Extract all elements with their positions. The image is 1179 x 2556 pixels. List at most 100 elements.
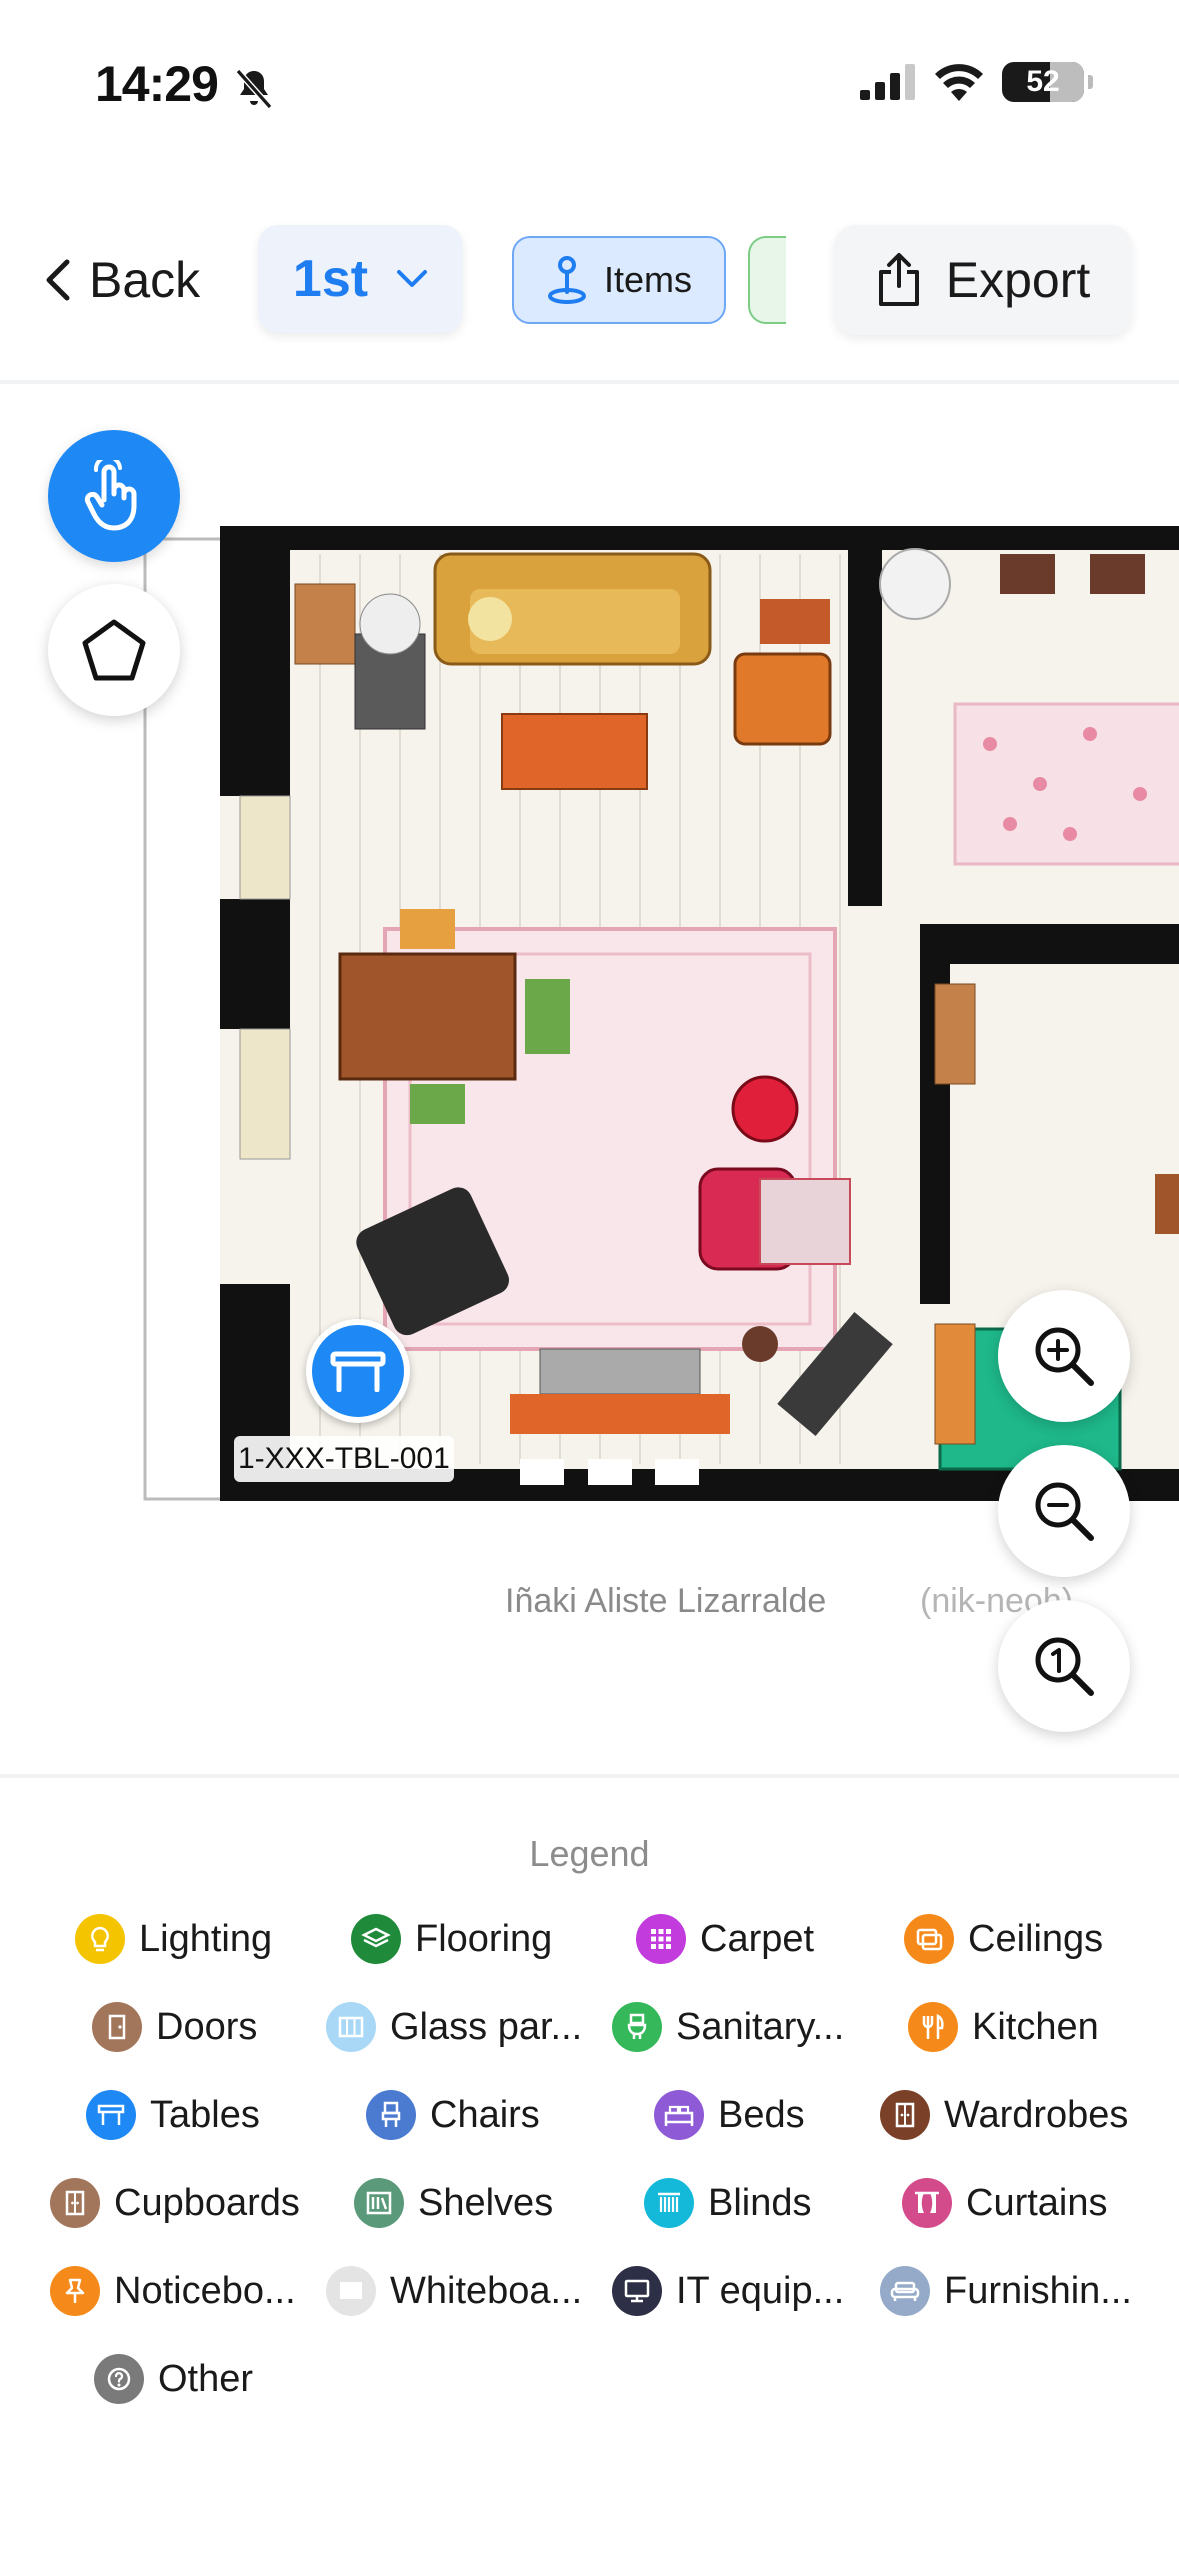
legend-label: Kitchen: [972, 2005, 1099, 2048]
export-label: Export: [945, 252, 1091, 308]
legend-label: Shelves: [418, 2181, 554, 2224]
items-label: Items: [603, 259, 692, 300]
legend-item-curtains[interactable]: Curtains: [902, 2178, 1108, 2228]
legend-item-doors[interactable]: Doors: [92, 2002, 257, 2052]
export-button[interactable]: Export: [834, 225, 1132, 335]
lightbulb-icon: [75, 1914, 125, 1964]
monitor-icon: [612, 2266, 662, 2316]
legend-item-chairs[interactable]: Chairs: [366, 2090, 540, 2140]
grid-icon: [636, 1914, 686, 1964]
toilet-icon: [612, 2002, 662, 2052]
legend-item-whiteboards[interactable]: Whiteboa...: [326, 2266, 582, 2316]
next-filter-button[interactable]: [748, 236, 786, 324]
legend-item-beds[interactable]: Beds: [654, 2090, 805, 2140]
legend-item-noticeboards[interactable]: Noticebo...: [50, 2266, 296, 2316]
floor-selector[interactable]: 1st: [258, 225, 463, 333]
legend-label: Curtains: [966, 2181, 1108, 2224]
legend-item-sanitary[interactable]: Sanitary...: [612, 2002, 844, 2052]
map-pin-person-icon: [547, 256, 586, 304]
whiteboard-icon: [326, 2266, 376, 2316]
legend-item-blinds[interactable]: Blinds: [644, 2178, 812, 2228]
pushpin-icon: [50, 2266, 100, 2316]
glass-partition-icon: [326, 2002, 376, 2052]
legend-label: IT equip...: [676, 2269, 845, 2312]
legend-item-lighting[interactable]: Lighting: [75, 1914, 272, 1964]
legend-item-wardrobes[interactable]: Wardrobes: [880, 2090, 1128, 2140]
chevron-down-icon: [397, 270, 428, 287]
battery-icon: 52: [1002, 62, 1093, 102]
door-icon: [92, 2002, 142, 2052]
zoom-in-button[interactable]: [998, 1290, 1130, 1422]
legend-label: Flooring: [415, 1917, 553, 1960]
status-time: 14:29: [95, 56, 219, 112]
zoom-reset-button[interactable]: [998, 1600, 1130, 1732]
legend-item-flooring[interactable]: Flooring: [351, 1914, 552, 1964]
legend-item-ceilings[interactable]: Ceilings: [904, 1914, 1103, 1964]
back-button[interactable]: Back: [45, 240, 200, 320]
layers-icon: [351, 1914, 401, 1964]
legend-item-glass-partitions[interactable]: Glass par...: [326, 2002, 582, 2052]
wifi-icon: [935, 64, 983, 101]
table-pin-marker[interactable]: [306, 1319, 410, 1423]
legend-item-shelves[interactable]: Shelves: [354, 2178, 553, 2228]
legend-label: Blinds: [708, 2181, 812, 2224]
legend-label: Beds: [718, 2093, 805, 2136]
sofa-icon: [880, 2266, 930, 2316]
back-label: Back: [89, 252, 201, 308]
polygon-tool-button[interactable]: [48, 584, 180, 716]
legend-label: Glass par...: [390, 2005, 583, 2048]
cellular-signal-icon: [860, 64, 915, 100]
battery-level: 52: [1026, 65, 1060, 98]
floor-plan-credit: Iñaki Aliste Lizarralde: [505, 1582, 827, 1620]
floor-label: 1st: [292, 250, 369, 308]
legend-label: Sanitary...: [676, 2005, 845, 2048]
pin-label: 1-XXX-TBL-001: [234, 1436, 454, 1482]
chair-icon: [366, 2090, 416, 2140]
zoom-actual-size-icon: [1035, 1637, 1094, 1696]
floor-plan-map[interactable]: 1-XXX-TBL-001 Iñaki Aliste Lizarralde (n…: [0, 384, 1179, 1774]
legend-label: Other: [158, 2357, 254, 2400]
table-icon: [330, 1351, 386, 1392]
legend-label: Furnishin...: [944, 2269, 1132, 2312]
legend-label: Noticebo...: [114, 2269, 296, 2312]
hand-pointer-icon: [84, 460, 137, 531]
legend-label: Chairs: [430, 2093, 540, 2136]
legend-label: Tables: [150, 2093, 260, 2136]
zoom-in-icon: [1035, 1327, 1094, 1386]
bed-icon: [654, 2090, 704, 2140]
legend-label: Wardrobes: [944, 2093, 1129, 2136]
legend-item-carpet[interactable]: Carpet: [636, 1914, 814, 1964]
pan-tool-button[interactable]: [48, 430, 180, 562]
share-icon: [878, 253, 919, 306]
zoom-out-button[interactable]: [998, 1445, 1130, 1577]
cupboard-icon: [50, 2178, 100, 2228]
legend-label: Doors: [156, 2005, 258, 2048]
legend-label: Cupboards: [114, 2181, 300, 2224]
question-icon: [94, 2354, 144, 2404]
legend-item-other[interactable]: Other: [94, 2354, 253, 2404]
cutlery-icon: [908, 2002, 958, 2052]
legend-title: Legend: [529, 1833, 650, 1874]
chevron-left-icon: [46, 259, 70, 301]
ceiling-icon: [904, 1914, 954, 1964]
pentagon-icon: [82, 619, 146, 681]
legend-label: Ceilings: [968, 1917, 1104, 1960]
status-bar: 14:29 52: [0, 0, 1179, 170]
shelves-icon: [354, 2178, 404, 2228]
legend-item-tables[interactable]: Tables: [86, 2090, 260, 2140]
legend-item-it-equipment[interactable]: IT equip...: [612, 2266, 844, 2316]
legend-item-cupboards[interactable]: Cupboards: [50, 2178, 300, 2228]
floor-plan-image: [143, 526, 1179, 1501]
legend-item-furnishings[interactable]: Furnishin...: [880, 2266, 1132, 2316]
legend-label: Lighting: [139, 1917, 273, 1960]
legend-divider: [0, 1774, 1179, 1778]
curtains-icon: [902, 2178, 952, 2228]
legend-label: Whiteboa...: [390, 2269, 583, 2312]
bell-muted-icon: [235, 69, 273, 109]
table-icon: [86, 2090, 136, 2140]
zoom-out-icon: [1035, 1482, 1094, 1541]
legend-item-kitchen[interactable]: Kitchen: [908, 2002, 1099, 2052]
blinds-icon: [644, 2178, 694, 2228]
legend-label: Carpet: [700, 1917, 815, 1960]
items-filter-button[interactable]: Items: [512, 236, 726, 324]
